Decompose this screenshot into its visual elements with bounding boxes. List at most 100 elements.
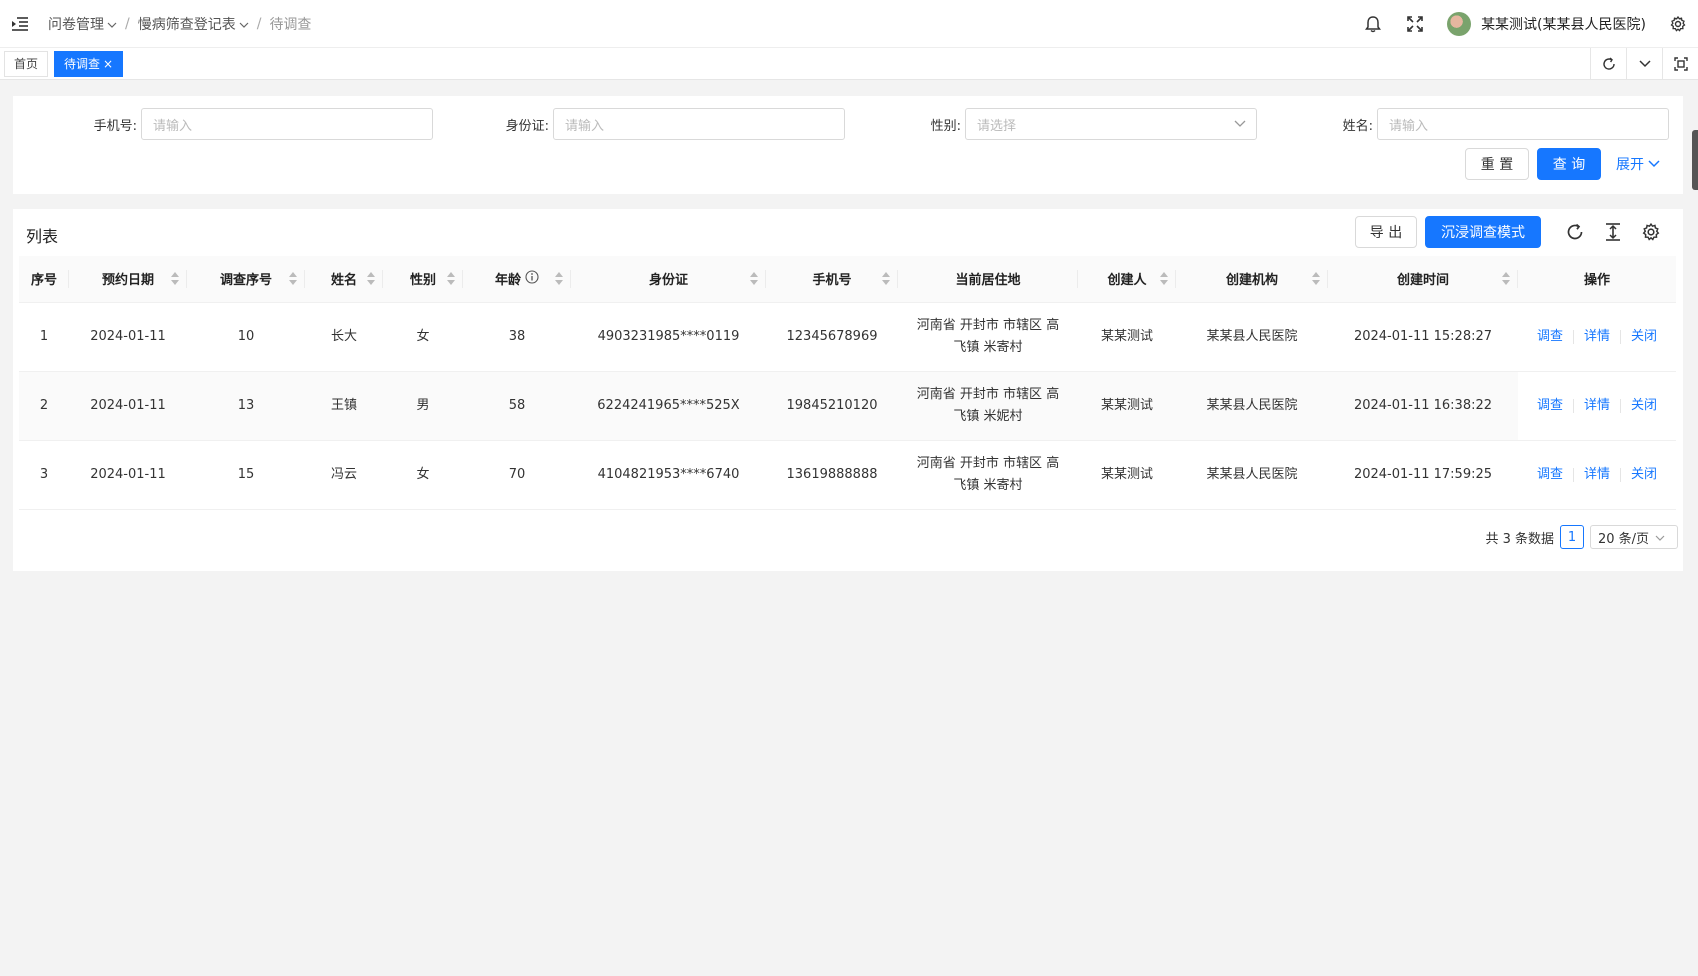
breadcrumb-label: 问卷管理	[48, 16, 104, 33]
user-menu[interactable]: 某某测试(某某县人民医院)	[1447, 11, 1646, 36]
tab-label: 首页	[14, 57, 39, 71]
settings-icon[interactable]	[1639, 220, 1663, 244]
id-card-filter: 身份证: 请输入	[489, 108, 845, 140]
page-number-current[interactable]: 1	[1560, 525, 1584, 549]
close-link[interactable]: 关闭	[1621, 395, 1667, 417]
chevron-down-icon[interactable]	[1626, 47, 1662, 80]
cell-phone: 13619888888	[766, 440, 898, 510]
user-name: 某某测试(某某县人民医院)	[1481, 16, 1646, 33]
column-header-phone[interactable]: 手机号	[766, 256, 898, 303]
column-header-age[interactable]: 年龄	[463, 256, 571, 303]
detail-link[interactable]: 详情	[1574, 464, 1620, 486]
survey-link[interactable]: 调查	[1527, 395, 1573, 417]
name-placeholder: 请输入	[1389, 118, 1429, 134]
menu-fold-icon[interactable]	[10, 14, 30, 34]
column-header-id-card[interactable]: 身份证	[571, 256, 766, 303]
sort-icon[interactable]	[750, 272, 758, 289]
list-card: 列表 导 出 沉浸调查模式 序号 预约日期 调查序号 姓名 性别 年龄 身份证	[13, 209, 1683, 571]
gear-icon[interactable]	[1668, 14, 1688, 34]
gender-label: 性别:	[930, 118, 961, 134]
sort-icon[interactable]	[367, 272, 375, 289]
column-label: 创建人	[1107, 273, 1147, 289]
column-label: 创建机构	[1225, 273, 1278, 289]
tab-label: 待调查	[64, 57, 101, 71]
data-table: 序号 预约日期 调查序号 姓名 性别 年龄 身份证 手机号 当前居住地 创建人 …	[19, 256, 1676, 510]
cell-gender: 女	[383, 440, 463, 510]
immersive-survey-button[interactable]: 沉浸调查模式	[1425, 216, 1541, 248]
breadcrumb-separator: /	[256, 15, 262, 32]
side-drawer-handle[interactable]	[1692, 130, 1698, 190]
list-title: 列表	[26, 227, 59, 246]
column-label: 调查序号	[219, 273, 272, 289]
expand-toggle[interactable]: 展开	[1616, 154, 1660, 174]
column-header-organization[interactable]: 创建机构	[1176, 256, 1328, 303]
column-label: 序号	[30, 273, 57, 289]
id-card-input[interactable]: 请输入	[553, 108, 845, 140]
column-header-creator[interactable]: 创建人	[1078, 256, 1176, 303]
id-card-label: 身份证:	[505, 118, 549, 134]
close-link[interactable]: 关闭	[1621, 326, 1667, 348]
sort-icon[interactable]	[1502, 272, 1510, 289]
cell-address: 河南省 开封市 市辖区 高飞镇 米妮村	[898, 371, 1078, 441]
breadcrumb-item-survey-management[interactable]: 问卷管理	[48, 14, 117, 34]
name-input[interactable]: 请输入	[1377, 108, 1669, 140]
cell-creator: 某某测试	[1078, 302, 1176, 372]
column-header-created-time[interactable]: 创建时间	[1328, 256, 1518, 303]
phone-filter: 手机号: 请输入	[77, 108, 433, 140]
close-link[interactable]: 关闭	[1621, 464, 1667, 486]
detail-link[interactable]: 详情	[1574, 326, 1620, 348]
table-row: 1 2024-01-11 10 长大 女 38 4903231985****01…	[19, 302, 1676, 372]
cell-actions: 调查 详情 关闭	[1518, 371, 1676, 441]
reset-button[interactable]: 重 置	[1465, 148, 1529, 180]
top-header: 问卷管理 / 慢病筛查登记表 / 待调查 某某测试(某某县人民医院)	[0, 0, 1698, 48]
page-size-label: 20 条/页	[1598, 531, 1650, 547]
cell-appointment-date: 2024-01-11	[69, 440, 187, 510]
maximize-icon[interactable]	[1662, 47, 1698, 80]
fullscreen-icon[interactable]	[1405, 14, 1425, 34]
sort-icon[interactable]	[1160, 272, 1168, 289]
query-button[interactable]: 查 询	[1537, 148, 1601, 180]
table-row: 3 2024-01-11 15 冯云 女 70 4104821953****67…	[19, 440, 1676, 510]
address-line: 飞镇 米寄村	[953, 477, 1023, 493]
refresh-icon[interactable]	[1590, 47, 1626, 80]
tab-pending-survey[interactable]: 待调查 ×	[54, 50, 124, 77]
breadcrumb-item-screening-form[interactable]: 慢病筛查登记表	[138, 14, 249, 34]
gender-select[interactable]: 请选择	[965, 108, 1257, 140]
close-icon[interactable]: ×	[103, 57, 113, 71]
bell-icon[interactable]	[1363, 14, 1383, 34]
avatar	[1447, 11, 1472, 36]
sort-icon[interactable]	[555, 272, 563, 289]
column-header-survey-number[interactable]: 调查序号	[187, 256, 305, 303]
sort-icon[interactable]	[882, 272, 890, 289]
phone-input[interactable]: 请输入	[141, 108, 433, 140]
refresh-icon[interactable]	[1563, 220, 1587, 244]
column-label: 年龄	[494, 273, 521, 289]
column-header-actions: 操作	[1518, 256, 1676, 303]
tab-home[interactable]: 首页	[4, 50, 49, 77]
name-filter: 姓名: 请输入	[1313, 108, 1669, 140]
export-button[interactable]: 导 出	[1355, 216, 1417, 248]
address-line: 河南省 开封市 市辖区 高	[916, 386, 1060, 402]
column-header-appointment-date[interactable]: 预约日期	[69, 256, 187, 303]
column-header-gender[interactable]: 性别	[383, 256, 463, 303]
info-circle-icon[interactable]	[525, 270, 539, 288]
sort-icon[interactable]	[447, 272, 455, 289]
survey-link[interactable]: 调查	[1527, 326, 1573, 348]
column-height-icon[interactable]	[1601, 220, 1625, 244]
column-label: 操作	[1583, 273, 1610, 289]
page-size-select[interactable]: 20 条/页	[1590, 525, 1678, 549]
cell-name: 冯云	[305, 440, 383, 510]
cell-creator: 某某测试	[1078, 440, 1176, 510]
chevron-down-icon	[1234, 117, 1246, 132]
cell-survey-number: 10	[187, 302, 305, 372]
detail-link[interactable]: 详情	[1574, 395, 1620, 417]
sort-icon[interactable]	[1312, 272, 1320, 289]
survey-link[interactable]: 调查	[1527, 464, 1573, 486]
cell-actions: 调查 详情 关闭	[1518, 440, 1676, 510]
sort-icon[interactable]	[171, 272, 179, 289]
column-label: 预约日期	[101, 273, 154, 289]
column-header-name[interactable]: 姓名	[305, 256, 383, 303]
breadcrumb: 问卷管理 / 慢病筛查登记表 / 待调查	[48, 14, 311, 34]
phone-placeholder: 请输入	[153, 118, 193, 134]
sort-icon[interactable]	[289, 272, 297, 289]
